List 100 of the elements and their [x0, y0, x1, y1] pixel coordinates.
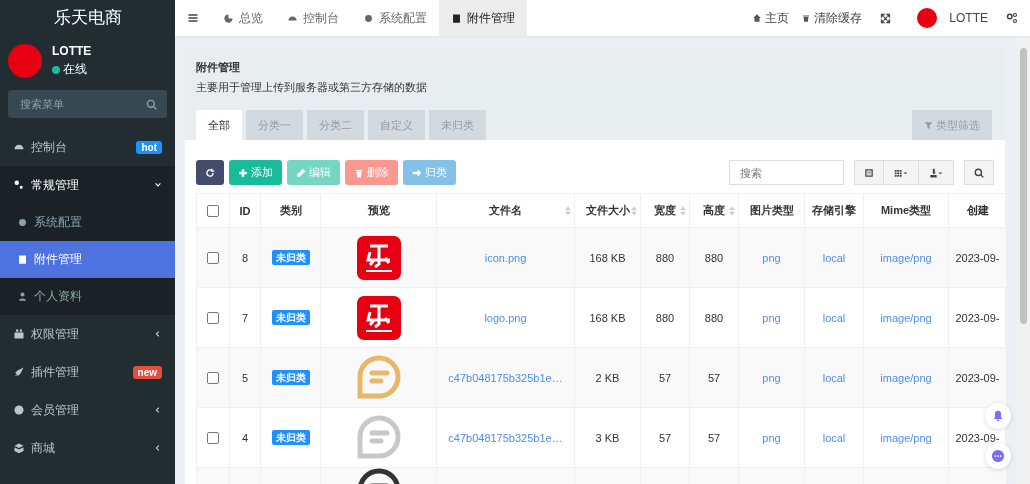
sidebar-item[interactable]: 权限管理: [0, 315, 175, 353]
sidebar-item[interactable]: 商城: [0, 429, 175, 467]
nav-tab[interactable]: 控制台: [275, 0, 351, 36]
table-cell: 2023-09-: [955, 431, 1000, 444]
arrow-right-icon: [412, 167, 422, 178]
table-cell: 168 KB: [589, 311, 626, 324]
refresh-button[interactable]: [196, 160, 224, 185]
table-view-button[interactable]: [854, 160, 884, 185]
chat-button[interactable]: [985, 443, 1011, 469]
file-link[interactable]: image/png: [880, 251, 932, 264]
nav-tab[interactable]: 附件管理: [439, 0, 527, 36]
table-cell: 880: [704, 311, 724, 324]
brand-title: 乐天电商: [52, 7, 123, 29]
column-header[interactable]: ID: [239, 204, 251, 217]
table-cell: 2023-09-: [955, 311, 1000, 324]
category-label: 未归类: [271, 309, 310, 325]
status-dot: [52, 65, 60, 74]
grid-icon: [893, 167, 909, 178]
table-cell: 2023-09-: [955, 371, 1000, 384]
file-link[interactable]: icon.png: [484, 251, 527, 264]
nav-tab[interactable]: 系统配置: [351, 0, 439, 36]
user-menu[interactable]: LOTTE: [943, 11, 994, 25]
columns-button[interactable]: [883, 160, 919, 185]
user-status: 在线: [63, 61, 87, 78]
sidebar-item[interactable]: 常规管理: [0, 166, 175, 204]
search-button[interactable]: [964, 160, 994, 185]
menu-search-input[interactable]: 搜索菜单: [18, 97, 146, 111]
file-link[interactable]: image/png: [880, 371, 932, 384]
trash-icon: [354, 167, 364, 178]
nav-tab[interactable]: 总览: [211, 0, 275, 36]
menu-search-field[interactable]: 搜索菜单: [8, 90, 167, 118]
export-button[interactable]: [918, 160, 954, 185]
table-search-field[interactable]: 搜索: [729, 160, 844, 185]
sidebar-item[interactable]: 插件管理 new: [0, 353, 175, 391]
fullscreen-icon[interactable]: [880, 12, 892, 24]
column-header[interactable]: 预览: [367, 204, 390, 216]
file-link[interactable]: logo.png: [484, 311, 527, 324]
sidebar-item[interactable]: 会员管理: [0, 391, 175, 429]
column-header[interactable]: 类别: [279, 204, 302, 216]
file-link[interactable]: local: [822, 431, 846, 444]
chat-icon: [991, 449, 1005, 463]
sidebar-subitem[interactable]: 系统配置: [0, 204, 175, 241]
file-link[interactable]: c47b048175b325b1e…: [448, 431, 563, 444]
table-cell: 880: [655, 251, 675, 264]
refresh-icon: [205, 167, 215, 178]
row-checkbox[interactable]: [207, 372, 219, 385]
search-icon: [974, 167, 984, 178]
column-header[interactable]: 高度: [703, 204, 725, 216]
file-link[interactable]: local: [822, 251, 846, 264]
column-header[interactable]: 文件名: [489, 204, 522, 216]
home-icon: [752, 13, 763, 23]
panel-title: 附件管理: [196, 60, 241, 75]
file-link[interactable]: image/png: [880, 431, 932, 444]
settings-icon[interactable]: [1006, 12, 1018, 24]
sidebar-subitem[interactable]: 个人资料: [0, 278, 175, 315]
table-cell: 57: [658, 431, 672, 444]
table-cell: 3 KB: [595, 431, 620, 444]
row-checkbox[interactable]: [207, 252, 219, 265]
tab-icon: [363, 12, 374, 24]
chevron-left-icon: [154, 444, 162, 452]
chevron-down-icon: [154, 181, 162, 189]
tab-icon: [451, 12, 462, 24]
file-link[interactable]: c47b048175b325b1e…: [448, 371, 563, 384]
file-link[interactable]: local: [822, 311, 846, 324]
chevron-left-icon: [154, 330, 162, 338]
category-label: 未归类: [271, 429, 310, 445]
export-icon: [928, 167, 944, 178]
header-link[interactable]: 清除缓存: [795, 9, 869, 27]
avatar: [917, 8, 938, 28]
table-cell: 57: [707, 431, 721, 444]
panel-description: 主要用于管理上传到服务器或第三方存储的数据: [196, 80, 428, 95]
table-cell: 8: [241, 251, 249, 264]
category-tab[interactable]: 全部: [196, 110, 242, 140]
scrollbar[interactable]: [1017, 38, 1030, 484]
file-link[interactable]: local: [822, 371, 846, 384]
sidebar-item[interactable]: 控制台 hot: [0, 128, 175, 166]
pencil-icon: [296, 167, 306, 178]
column-header[interactable]: 创建: [966, 204, 989, 216]
file-link[interactable]: png: [762, 311, 781, 324]
filter-icon: [924, 120, 933, 130]
file-link[interactable]: png: [762, 431, 781, 444]
row-checkbox[interactable]: [207, 432, 219, 445]
tab-icon: [223, 12, 234, 24]
category-label: 未归类: [271, 369, 310, 385]
avatar: [8, 44, 42, 78]
bell-icon: [992, 410, 1004, 422]
column-header[interactable]: 宽度: [654, 204, 676, 216]
row-checkbox[interactable]: [207, 312, 219, 325]
sidebar-subitem[interactable]: 附件管理: [0, 241, 175, 278]
table-cell: 2023-09-: [955, 251, 1000, 264]
table-cell: 168 KB: [589, 251, 626, 264]
table-icon: [864, 167, 874, 178]
user-name: LOTTE: [52, 44, 92, 58]
file-link[interactable]: image/png: [880, 311, 932, 324]
table-cell: 7: [241, 311, 249, 324]
header-link[interactable]: 主页: [746, 9, 796, 27]
notification-button[interactable]: [985, 403, 1011, 429]
select-all-checkbox[interactable]: [207, 205, 219, 218]
table-cell: 57: [658, 371, 672, 384]
chevron-left-icon: [154, 406, 162, 414]
